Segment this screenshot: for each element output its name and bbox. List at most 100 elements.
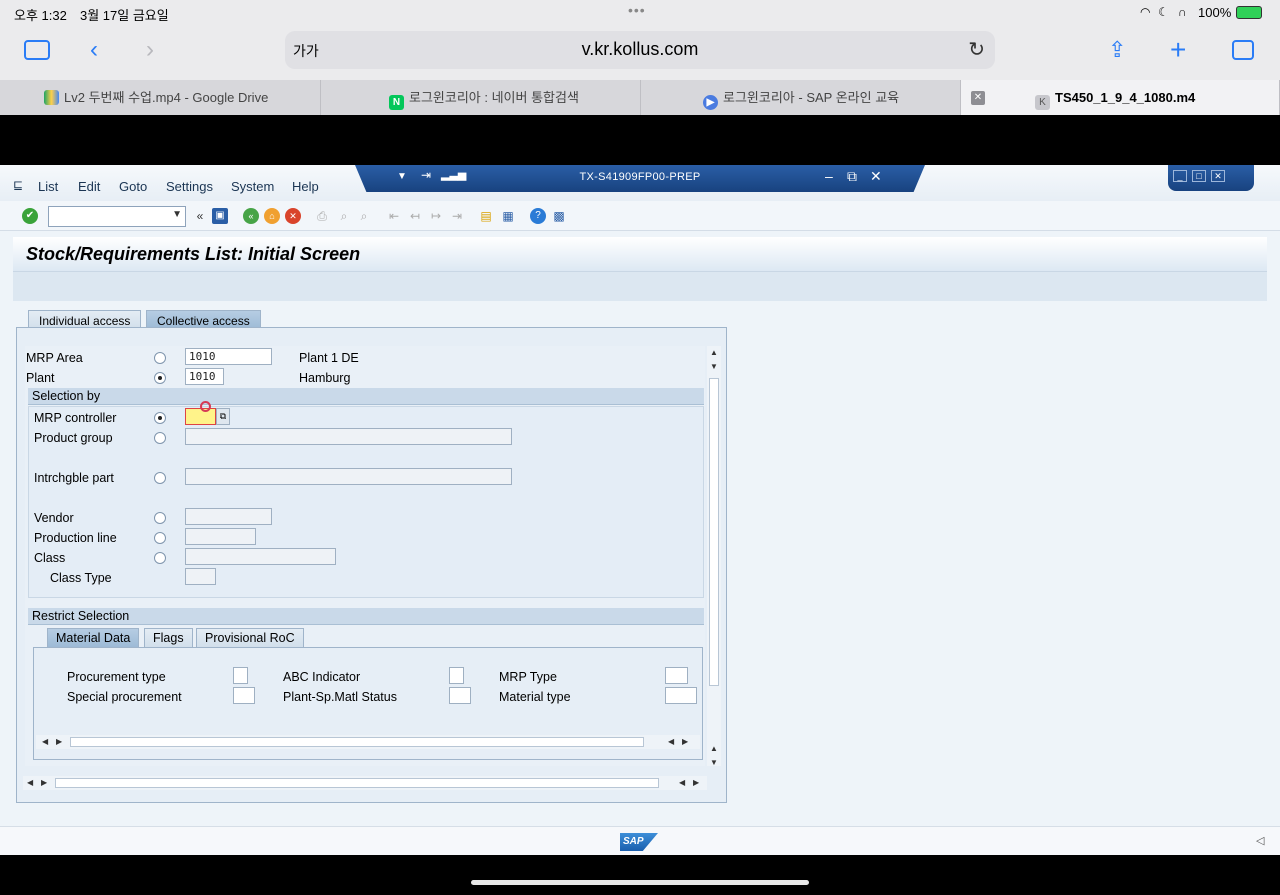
scroll-left-end-icon[interactable]: ◀ (668, 737, 674, 746)
abc-indicator-field[interactable] (449, 667, 464, 684)
material-type-field[interactable] (665, 687, 697, 704)
production-line-radio[interactable] (154, 532, 166, 544)
url-host: v.kr.kollus.com (581, 39, 699, 59)
tabs-overview-icon[interactable] (1232, 40, 1254, 60)
hscroll-left-icon[interactable]: ◀ (27, 778, 33, 787)
minimize-icon[interactable]: – (825, 168, 833, 184)
find-icon[interactable]: ⌕ (336, 208, 352, 224)
scroll-right-end-icon[interactable]: ▶ (682, 737, 688, 746)
win-minimize-icon[interactable]: _ (1173, 170, 1187, 182)
restore-icon[interactable]: ⧉ (847, 168, 857, 185)
tab-video-active[interactable]: ✕ K TS450_1_9_4_1080.m4 (961, 80, 1280, 115)
vendor-field[interactable] (185, 508, 272, 525)
back-nav-icon[interactable]: « (243, 208, 259, 224)
hscroll-right-icon[interactable]: ▶ (41, 778, 47, 787)
cancel-icon[interactable]: ✕ (285, 208, 301, 224)
class-type-field[interactable] (185, 568, 216, 585)
mrp-controller-field[interactable] (185, 408, 216, 425)
close-icon[interactable]: ✕ (870, 168, 882, 185)
product-group-radio[interactable] (154, 432, 166, 444)
menu-exit-icon[interactable]: ⊑ (13, 178, 23, 192)
vertical-scroll-thumb[interactable] (709, 378, 719, 686)
tab-material-data[interactable]: Material Data (47, 628, 140, 647)
production-line-field[interactable] (185, 528, 256, 545)
class-field[interactable] (185, 548, 336, 565)
scroll-thumb[interactable] (70, 737, 644, 747)
menu-system[interactable]: System (231, 179, 274, 194)
scroll-left-icon[interactable]: ◀ (42, 737, 48, 746)
shortcut-icon[interactable]: ▦ (500, 208, 516, 224)
new-session-icon[interactable]: ▤ (478, 208, 494, 224)
command-field[interactable]: ▼ (48, 206, 186, 227)
search-help-icon[interactable]: ⧉ (216, 408, 230, 425)
scroll-up-end-icon[interactable]: ▲ (710, 744, 718, 753)
first-page-icon[interactable]: ⇤ (386, 208, 402, 224)
menu-settings[interactable]: Settings (166, 179, 213, 194)
intrchgble-part-radio[interactable] (154, 472, 166, 484)
chevron-down-icon[interactable]: ▼ (172, 209, 182, 220)
back-icon[interactable]: ‹ (90, 36, 98, 64)
collapse-icon[interactable]: « (192, 208, 208, 224)
tab-sap-education[interactable]: ▶ 로그윈코리아 - SAP 온라인 교육 (641, 80, 961, 115)
class-radio[interactable] (154, 552, 166, 564)
tab-flags[interactable]: Flags (144, 628, 193, 647)
scroll-down-end-icon[interactable]: ▼ (710, 758, 718, 767)
hscroll-thumb[interactable] (55, 778, 659, 788)
sap-standard-toolbar: ✔ ▼ « ▣ « ⌂ ✕ ⎙ ⌕ ⌕ ⇤ ↤ ↦ ⇥ ▤ ▦ ? ▩ (0, 201, 1280, 231)
restrict-selection-header: Restrict Selection (28, 608, 704, 625)
menu-help[interactable]: Help (292, 179, 319, 194)
forward-icon[interactable]: › (146, 36, 154, 64)
vendor-radio[interactable] (154, 512, 166, 524)
intrchgble-part-field[interactable] (185, 468, 512, 485)
scroll-up-icon[interactable]: ▲ (710, 348, 718, 357)
plant-field[interactable]: 1010 (185, 368, 224, 385)
menu-edit[interactable]: Edit (78, 179, 100, 194)
horizontal-scrollbar[interactable]: ◀ ▶ ◀ ▶ (23, 776, 707, 790)
find-next-icon[interactable]: ⌕ (356, 208, 372, 224)
plant-sp-matl-status-field[interactable] (449, 687, 471, 704)
save-icon[interactable]: ▣ (212, 208, 228, 224)
special-procurement-field[interactable] (233, 687, 255, 704)
mrp-controller-radio[interactable] (154, 412, 166, 424)
reload-icon[interactable]: ↻ (968, 37, 985, 62)
win-close-icon[interactable]: ✕ (1211, 170, 1225, 182)
inner-horizontal-scrollbar[interactable]: ◀ ▶ ◀ ▶ (36, 735, 700, 749)
system-id: TX-S41909FP00-PREP (579, 171, 701, 183)
status-collapse-icon[interactable]: ◁ (1256, 834, 1264, 847)
scroll-down-icon[interactable]: ▼ (710, 362, 718, 371)
home-indicator[interactable] (471, 880, 809, 885)
enter-check-icon[interactable]: ✔ (22, 208, 38, 224)
menu-list[interactable]: List (38, 179, 58, 194)
share-icon[interactable]: ⇪ (1108, 36, 1126, 64)
menu-goto[interactable]: Goto (119, 179, 147, 194)
new-tab-icon[interactable]: + (1170, 36, 1186, 64)
mrp-area-radio[interactable] (154, 352, 166, 364)
exit-icon[interactable]: ⌂ (264, 208, 280, 224)
multitask-dots-icon[interactable]: ••• (628, 2, 646, 18)
mrp-type-field[interactable] (665, 667, 688, 684)
next-page-icon[interactable]: ↦ (428, 208, 444, 224)
sidebar-icon[interactable] (24, 40, 50, 60)
procurement-type-field[interactable] (233, 667, 248, 684)
close-tab-icon[interactable]: ✕ (971, 91, 985, 105)
print-icon[interactable]: ⎙ (314, 208, 330, 224)
win-maximize-icon[interactable]: □ (1192, 170, 1206, 182)
hscroll-left-end-icon[interactable]: ◀ (679, 778, 685, 787)
material-type-label: Material type (499, 690, 571, 704)
status-time: 오후 1:32 (14, 8, 67, 23)
previous-page-icon[interactable]: ↤ (407, 208, 423, 224)
tab-provisional-roc[interactable]: Provisional RoC (196, 628, 304, 647)
help-icon[interactable]: ? (530, 208, 546, 224)
layout-icon[interactable]: ▩ (551, 208, 567, 224)
tab-google-drive[interactable]: Lv2 두번째 수업.mp4 - Google Drive (0, 80, 321, 115)
address-bar[interactable]: 가가 v.kr.kollus.com ↻ (285, 31, 995, 69)
scroll-right-icon[interactable]: ▶ (56, 737, 62, 746)
browser-tab-bar: Lv2 두번째 수업.mp4 - Google Drive N 로그윈코리아 : … (0, 80, 1280, 115)
vertical-scrollbar[interactable]: ▲ ▼ ▲ ▼ (707, 346, 721, 767)
hscroll-right-end-icon[interactable]: ▶ (693, 778, 699, 787)
tab-naver[interactable]: N 로그윈코리아 : 네이버 통합검색 (321, 80, 641, 115)
mrp-area-field[interactable]: 1010 (185, 348, 272, 365)
plant-radio[interactable] (154, 372, 166, 384)
last-page-icon[interactable]: ⇥ (449, 208, 465, 224)
product-group-field[interactable] (185, 428, 512, 445)
